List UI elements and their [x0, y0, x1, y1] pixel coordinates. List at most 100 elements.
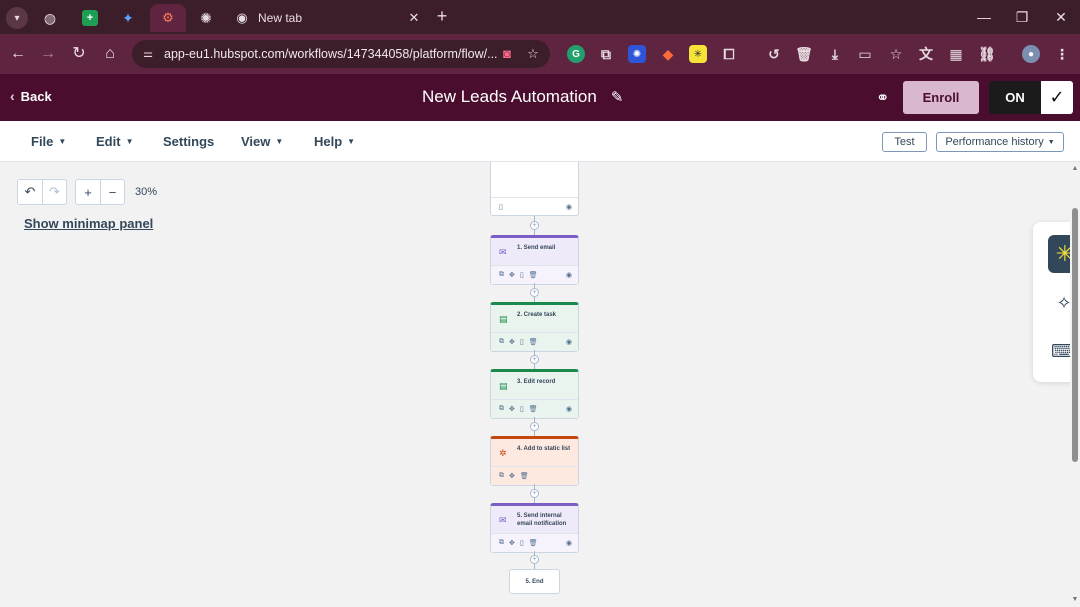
eye-icon[interactable]: ◉	[566, 338, 572, 346]
delete-icon[interactable]: 🗑	[529, 405, 538, 413]
eye-icon[interactable]: ◉	[566, 405, 572, 413]
pinned-tab-openai[interactable]: ✺	[188, 4, 224, 32]
test-button[interactable]: Test	[882, 132, 927, 152]
clone-icon[interactable]: ▯	[520, 539, 524, 547]
performance-history-button[interactable]: Performance history ▼	[936, 132, 1064, 152]
move-icon[interactable]: ✥	[509, 405, 515, 413]
bookmark-star-icon[interactable]: ☆	[524, 45, 542, 63]
address-bar[interactable]: ⚌ app-eu1.hubspot.com/workflows/14734405…	[132, 40, 550, 68]
action-card-internal-email[interactable]: ✉ 5. Send internal email notification ⧉ ✥…	[490, 503, 579, 553]
profile-avatar[interactable]: ●	[1022, 45, 1040, 63]
eye-icon[interactable]: ◉	[566, 203, 572, 211]
move-icon[interactable]: ✥	[509, 338, 515, 346]
zoom-out-icon[interactable]: −	[100, 180, 124, 204]
extension-fox-icon[interactable]: ◆	[659, 45, 677, 63]
clipboard-icon[interactable]: ▯	[499, 203, 503, 211]
vertical-scrollbar[interactable]: ▲ ▼	[1070, 162, 1080, 607]
menu-settings[interactable]: Settings	[163, 134, 214, 149]
add-action-icon[interactable]: +	[530, 489, 539, 498]
history-icon[interactable]: ↺	[765, 45, 783, 63]
scroll-down-icon[interactable]: ▼	[1071, 596, 1079, 604]
trigger-card[interactable]: ▯ ◉	[490, 162, 579, 216]
tab-search-icon[interactable]: ▾	[6, 7, 28, 29]
add-action-icon[interactable]: +	[530, 355, 539, 364]
on-toggle-button[interactable]: ON	[989, 81, 1041, 114]
delete-icon[interactable]: 🗑	[529, 271, 538, 279]
menu-edit[interactable]: Edit ▼	[96, 134, 133, 149]
reload-icon[interactable]: ↻	[69, 44, 89, 64]
move-icon[interactable]: ✥	[509, 472, 515, 480]
menu-kebab-icon[interactable]: ⋮	[1053, 45, 1071, 63]
copy-icon[interactable]: ⧉	[499, 472, 504, 480]
eye-icon[interactable]: ◉	[566, 271, 572, 279]
add-action-icon[interactable]: +	[530, 555, 539, 564]
close-tab-icon[interactable]: ✕	[406, 10, 422, 26]
copy-icon[interactable]: ⧉	[499, 405, 504, 413]
workflow-canvas[interactable]: ↶ ↷ + − 30% Show minimap panel ▯ ◉ + ✉ 1…	[0, 162, 1070, 607]
lens-icon[interactable]: ◙	[498, 45, 516, 63]
move-icon[interactable]: ✥	[509, 539, 515, 547]
copy-icon[interactable]: ⧉	[499, 539, 504, 547]
extension-gear-icon[interactable]: ✺	[628, 45, 646, 63]
workflow-title[interactable]: New Leads Automation ✎	[422, 87, 623, 107]
site-info-icon[interactable]: ⚌	[140, 46, 156, 62]
check-icon[interactable]: ✓	[1041, 81, 1073, 114]
clone-icon[interactable]: ▯	[520, 338, 524, 346]
pinned-tab-gemini[interactable]: ✦	[110, 4, 146, 32]
extension-screen-icon[interactable]: ⧉	[597, 45, 615, 63]
action-card-edit-record[interactable]: ▤ 3. Edit record ⧉ ✥ ▯ 🗑 ◉	[490, 369, 579, 419]
link-icon[interactable]: ⚭	[876, 88, 889, 108]
enroll-button[interactable]: Enroll	[903, 81, 979, 114]
move-icon[interactable]: ✥	[509, 271, 515, 279]
card-icon[interactable]: ▭	[856, 45, 874, 63]
eye-icon[interactable]: ◉	[566, 539, 572, 547]
add-action-icon[interactable]: +	[530, 288, 539, 297]
forward-arrow-icon[interactable]: →	[38, 44, 58, 64]
restore-icon[interactable]: ❐	[1008, 6, 1036, 28]
download-icon[interactable]: ⤓	[826, 45, 844, 63]
back-arrow-icon[interactable]: ←	[8, 44, 28, 64]
pencil-icon[interactable]: ✎	[611, 88, 624, 106]
bookmarks-icon[interactable]: ☆	[887, 45, 905, 63]
delete-icon[interactable]: 🗑	[529, 338, 538, 346]
minimize-icon[interactable]: —	[970, 6, 998, 28]
new-tab-button[interactable]: +	[432, 6, 452, 28]
horizontal-scrollbar[interactable]	[0, 601, 1070, 607]
action-card-send-email[interactable]: ✉ 1. Send email ⧉ ✥ ▯ 🗑 ◉	[490, 235, 579, 285]
copy-icon[interactable]: ⧉	[499, 338, 504, 346]
action-card-add-to-static-list[interactable]: ✲ 4. Add to static list ⧉ ✥ 🗑	[490, 436, 579, 486]
add-action-icon[interactable]: +	[530, 422, 539, 431]
delete-icon[interactable]: 🗑	[520, 472, 529, 480]
zoom-in-icon[interactable]: +	[76, 180, 100, 204]
pinned-tab-globe[interactable]: ◍	[32, 4, 68, 32]
menu-file[interactable]: File ▼	[31, 134, 66, 149]
tab-new-tab[interactable]: ◉ New tab ✕	[226, 4, 422, 32]
undo-icon[interactable]: ↶	[18, 180, 42, 204]
extensions-puzzle-icon[interactable]: ⧠	[720, 45, 738, 63]
scroll-up-icon[interactable]: ▲	[1071, 165, 1079, 173]
trash-icon[interactable]: 🗑	[795, 45, 813, 63]
scroll-thumb[interactable]	[1072, 208, 1078, 462]
link-icon[interactable]: ⛓	[978, 45, 996, 63]
menu-view[interactable]: View ▼	[241, 134, 283, 149]
pinned-tab-sheets[interactable]: +	[72, 4, 108, 32]
delete-icon[interactable]: 🗑	[529, 539, 538, 547]
close-window-icon[interactable]: ✕	[1047, 6, 1075, 28]
add-action-icon[interactable]: +	[530, 221, 539, 230]
grammarly-icon[interactable]: G	[567, 45, 585, 63]
pinned-tab-hubspot[interactable]: ⚙	[150, 4, 186, 32]
extension-breeze-icon[interactable]: ✳	[689, 45, 707, 63]
show-minimap-link[interactable]: Show minimap panel	[24, 216, 153, 231]
redo-icon[interactable]: ↷	[42, 180, 66, 204]
translate-icon[interactable]: 文	[917, 45, 935, 63]
copy-icon[interactable]: ⧉	[499, 271, 504, 279]
chevron-down-icon: ▼	[125, 137, 134, 146]
back-link[interactable]: ‹ Back	[10, 88, 52, 104]
menu-help[interactable]: Help ▼	[314, 134, 355, 149]
end-node[interactable]: 5. End	[509, 569, 560, 594]
clone-icon[interactable]: ▯	[520, 271, 524, 279]
clone-icon[interactable]: ▯	[520, 405, 524, 413]
action-card-create-task[interactable]: ▤ 2. Create task ⧉ ✥ ▯ 🗑 ◉	[490, 302, 579, 352]
sidepanel-icon[interactable]: ▦	[947, 45, 965, 63]
home-icon[interactable]: ⌂	[100, 44, 120, 64]
